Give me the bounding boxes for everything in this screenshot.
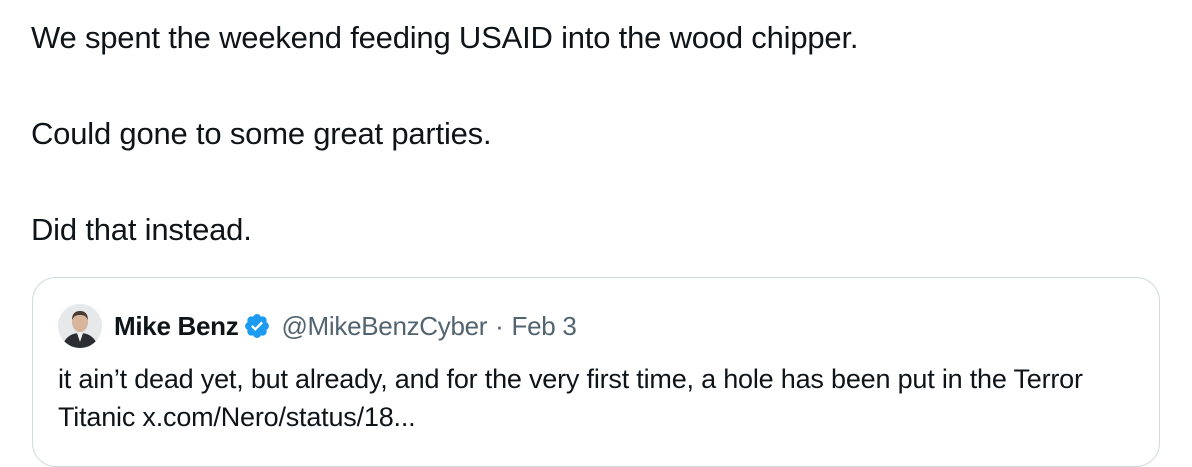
header-separator: · xyxy=(495,310,504,341)
tweet-body: We spent the weekend feeding USAID into … xyxy=(31,14,1151,254)
quoted-tweet-header: Mike Benz @MikeBenzCyber · Feb 3 xyxy=(58,303,577,349)
tweet-text-line-3: Did that instead. xyxy=(31,212,252,247)
quoted-author-handle[interactable]: @MikeBenzCyber xyxy=(281,311,487,342)
tweet-text-line-1: We spent the weekend feeding USAID into … xyxy=(31,20,859,55)
tweet-text-line-2: Could gone to some great parties. xyxy=(31,116,492,151)
quoted-author-name[interactable]: Mike Benz xyxy=(114,311,239,342)
quoted-tweet-date[interactable]: Feb 3 xyxy=(512,311,577,342)
quoted-tweet-text: it ain’t dead yet, but already, and for … xyxy=(58,364,1083,432)
quoted-tweet-card[interactable]: Mike Benz @MikeBenzCyber · Feb 3 it ain’… xyxy=(32,277,1160,467)
verified-badge-icon xyxy=(243,312,271,340)
avatar[interactable] xyxy=(58,304,102,348)
avatar-photo-icon xyxy=(58,304,102,348)
